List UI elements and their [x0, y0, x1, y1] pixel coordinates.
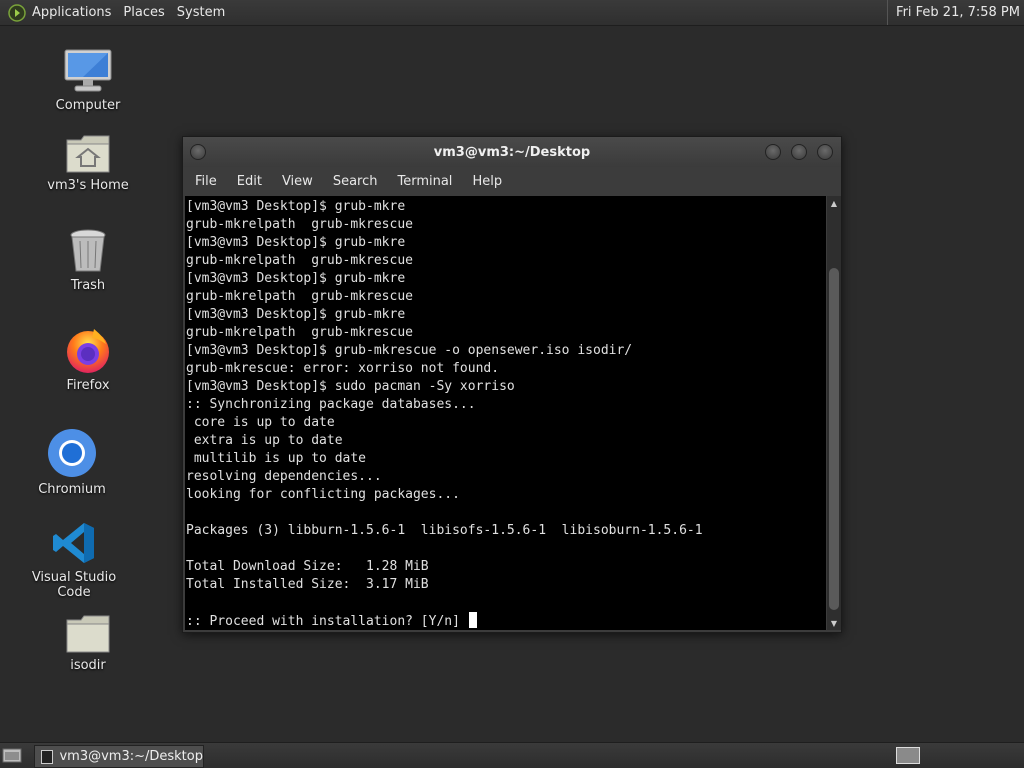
- terminal-line: grub-mkrelpath grub-mkrescue: [186, 253, 413, 268]
- desktop-icon-label: isodir: [70, 658, 106, 673]
- scroll-thumb[interactable]: [829, 268, 839, 610]
- workspace-switcher[interactable]: [896, 747, 920, 764]
- desktop-icon-home[interactable]: vm3's Home: [33, 124, 143, 193]
- chromium-icon: [48, 429, 96, 477]
- trash-icon: [70, 229, 106, 272]
- top-panel: Applications Places System Fri Feb 21, 7…: [0, 0, 1024, 26]
- text-cursor: [468, 612, 477, 628]
- desktop-icon-label: Visual Studio Code: [31, 570, 117, 600]
- terminal-lines: [vm3@vm3 Desktop]$ grub-mkre grub-mkrelpa…: [185, 196, 826, 630]
- desktop-icon-computer[interactable]: Computer: [33, 44, 143, 113]
- menu-system[interactable]: System: [177, 5, 233, 20]
- desktop-icon-label: Computer: [55, 98, 121, 113]
- terminal-line: grub-mkrelpath grub-mkrescue: [186, 325, 413, 340]
- desktop-icon-label: Trash: [70, 278, 106, 293]
- desktop-icon-isodir[interactable]: isodir: [33, 604, 143, 673]
- taskbar-window-label: vm3@vm3:~/Desktop: [59, 749, 203, 764]
- taskbar-window-button[interactable]: vm3@vm3:~/Desktop: [34, 745, 204, 768]
- folder-icon: [66, 615, 110, 653]
- terminal-line: grub-mkrescue: error: xorriso not found.: [186, 361, 500, 376]
- window-menu-button[interactable]: [190, 144, 206, 160]
- terminal-line: Packages (3) libburn-1.5.6-1 libisofs-1.…: [186, 523, 703, 538]
- terminal-line: [vm3@vm3 Desktop]$ grub-mkre: [186, 235, 406, 250]
- terminal-line: Total Download Size: 1.28 MiB: [186, 559, 429, 574]
- menu-terminal[interactable]: Terminal: [387, 174, 462, 189]
- show-desktop-icon[interactable]: [2, 747, 22, 763]
- terminal-line: grub-mkrelpath grub-mkrescue: [186, 217, 413, 232]
- maximize-button[interactable]: [791, 144, 807, 160]
- terminal-line: [vm3@vm3 Desktop]$ grub-mkre: [186, 199, 406, 214]
- desktop-icon-firefox[interactable]: Firefox: [33, 324, 143, 393]
- computer-icon: [64, 49, 112, 92]
- terminal-line: resolving dependencies...: [186, 469, 382, 484]
- terminal-line: :: Proceed with installation? [Y/n]: [186, 612, 826, 630]
- desktop-icon-label: vm3's Home: [47, 178, 129, 193]
- vscode-icon: [53, 523, 94, 563]
- scroll-up-icon[interactable]: ▲: [827, 196, 841, 210]
- scroll-down-icon[interactable]: ▼: [827, 616, 841, 630]
- menu-help[interactable]: Help: [462, 174, 512, 189]
- home-folder-icon: [66, 135, 110, 173]
- desktop-icon-trash[interactable]: Trash: [33, 224, 143, 293]
- terminal-icon: [41, 749, 54, 764]
- terminal-output[interactable]: [vm3@vm3 Desktop]$ grub-mkre grub-mkrelpa…: [185, 196, 826, 630]
- close-button[interactable]: [817, 144, 833, 160]
- menu-file[interactable]: File: [185, 174, 227, 189]
- terminal-line: Total Installed Size: 3.17 MiB: [186, 577, 429, 592]
- bottom-panel: vm3@vm3:~/Desktop: [0, 742, 1024, 768]
- window-titlebar[interactable]: vm3@vm3:~/Desktop: [183, 137, 841, 167]
- terminal-line: multilib is up to date: [186, 451, 367, 466]
- firefox-icon: [67, 329, 109, 373]
- terminal-line: [vm3@vm3 Desktop]$ grub-mkrescue -o open…: [186, 343, 633, 358]
- desktop-icon-vscode[interactable]: Visual Studio Code: [19, 516, 129, 600]
- desktop-icon-chromium[interactable]: Chromium: [17, 428, 127, 497]
- menu-search[interactable]: Search: [323, 174, 388, 189]
- terminal-line: extra is up to date: [186, 433, 343, 448]
- terminal-line: [vm3@vm3 Desktop]$ sudo pacman -Sy xorri…: [186, 379, 515, 394]
- terminal-line: [vm3@vm3 Desktop]$ grub-mkre: [186, 271, 406, 286]
- clock[interactable]: Fri Feb 21, 7:58 PM: [887, 0, 1024, 25]
- terminal-line: looking for conflicting packages...: [186, 487, 460, 502]
- terminal-line: core is up to date: [186, 415, 335, 430]
- menu-view[interactable]: View: [272, 174, 323, 189]
- menu-applications[interactable]: Applications: [32, 5, 119, 20]
- menu-places[interactable]: Places: [123, 5, 172, 20]
- terminal-window[interactable]: vm3@vm3:~/Desktop File Edit View Search …: [182, 136, 842, 633]
- terminal-line: :: Synchronizing package databases...: [186, 397, 476, 412]
- window-title: vm3@vm3:~/Desktop: [433, 144, 591, 160]
- desktop-icon-label: Chromium: [38, 482, 106, 497]
- terminal-line: [vm3@vm3 Desktop]$ grub-mkre: [186, 307, 406, 322]
- minimize-button[interactable]: [765, 144, 781, 160]
- terminal-line: grub-mkrelpath grub-mkrescue: [186, 289, 413, 304]
- terminal-scrollbar[interactable]: ▲ ▼: [827, 196, 841, 630]
- desktop-icon-label: Firefox: [66, 378, 110, 393]
- menu-logo-icon[interactable]: [8, 3, 26, 22]
- terminal-menubar: File Edit View Search Terminal Help: [183, 167, 841, 195]
- menu-edit[interactable]: Edit: [227, 174, 272, 189]
